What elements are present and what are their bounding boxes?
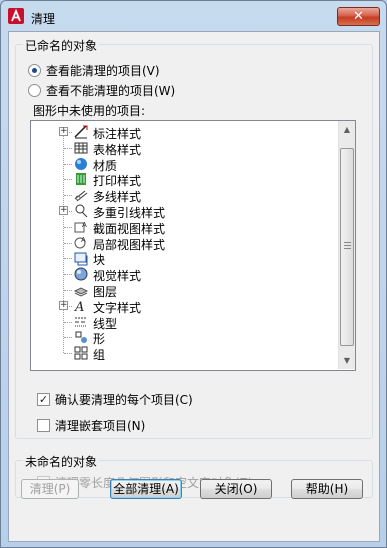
- tree-branch-line: [64, 337, 72, 339]
- block-icon: [74, 252, 88, 266]
- window-title: 清理: [31, 12, 56, 26]
- confirm-checkbox-label: 确认要清理的每个项目(C): [55, 393, 193, 407]
- material-icon: [75, 157, 87, 170]
- tree-item[interactable]: + A 文字样式: [31, 298, 331, 315]
- close-window-button[interactable]: ✕: [337, 7, 380, 26]
- tree-item[interactable]: + 标注样式: [31, 124, 331, 141]
- expand-plus-icon[interactable]: +: [59, 127, 68, 136]
- visualstyle-icon: [74, 267, 88, 281]
- tree-branch-line: [64, 242, 72, 244]
- scroll-up-icon[interactable]: ▲: [339, 121, 355, 138]
- plotstyle-icon: [76, 173, 86, 186]
- svg-text:A: A: [74, 300, 84, 314]
- tree-item-label: 组: [93, 348, 106, 363]
- svg-text:A: A: [82, 221, 87, 229]
- purge-nested-checkbox[interactable]: 清理嵌套项目(N): [37, 417, 145, 434]
- tree-item[interactable]: 多线样式: [31, 187, 331, 204]
- tree-item[interactable]: A 截面视图样式: [31, 219, 331, 236]
- scroll-thumb[interactable]: [340, 148, 354, 346]
- confirm-checkbox-box[interactable]: ✓: [37, 393, 50, 406]
- tree-branch-line: [64, 353, 72, 355]
- textstyle-icon: A: [74, 300, 84, 314]
- tree-branch-line: [64, 163, 72, 165]
- tree-branch-line: [64, 195, 72, 197]
- radio-purgeable-circle[interactable]: [28, 64, 41, 77]
- tree-item[interactable]: 组: [31, 345, 331, 363]
- tree-branch-line: [64, 290, 72, 291]
- layer-icon: [73, 287, 89, 297]
- tree-item[interactable]: 块: [31, 250, 331, 267]
- unused-items-tree[interactable]: + 标注样式 表格样式 材质 打印样式 多线样式 + 多重引线样式 A 截面视图样式 A 局部视图样式…: [30, 120, 356, 371]
- tree-branch-line: [64, 258, 72, 260]
- purge-button[interactable]: 清理(P): [21, 479, 79, 499]
- expand-plus-icon[interactable]: +: [59, 206, 68, 215]
- radio-nonpurgeable-circle[interactable]: [28, 84, 41, 97]
- unnamed-objects-label: 未命名的对象: [23, 453, 100, 470]
- purge-all-button[interactable]: 全部清理(A): [110, 479, 182, 499]
- close-button[interactable]: 关闭(O): [200, 479, 272, 499]
- expand-plus-icon[interactable]: +: [59, 300, 68, 310]
- radio-nonpurgeable-label: 查看不能清理的项目(W): [46, 84, 176, 98]
- tree-item[interactable]: 形: [31, 329, 331, 346]
- autocad-app-icon: [8, 8, 24, 24]
- tree-branch-line: [64, 226, 72, 228]
- tree-item[interactable]: 材质: [31, 156, 331, 173]
- tree-branch-line: [64, 179, 72, 181]
- tree-branch-line: [64, 274, 72, 276]
- tree-item[interactable]: 图层: [31, 282, 331, 299]
- shape-icon: [75, 331, 87, 344]
- mlinestyle-icon: [74, 190, 88, 202]
- dimstyle-icon: [74, 125, 88, 139]
- tree-item[interactable]: 视觉样式: [31, 266, 331, 283]
- tablestyle-icon: [74, 142, 88, 154]
- named-objects-label: 已命名的对象: [23, 37, 100, 54]
- linetype-icon: [75, 317, 87, 327]
- tree-item[interactable]: 表格样式: [31, 140, 331, 157]
- mleaderstyle-icon: [75, 204, 88, 218]
- sectionview-icon: A: [74, 221, 87, 233]
- title-bar[interactable]: 清理 ✕: [1, 1, 386, 31]
- tree-item[interactable]: A 局部视图样式: [31, 235, 331, 252]
- detailview-icon: A: [74, 236, 86, 249]
- radio-purgeable-label: 查看能清理的项目(V): [46, 64, 160, 78]
- dialog-client-area: 已命名的对象 查看能清理的项目(V) 查看不能清理的项目(W) 图形中未使用的项…: [8, 31, 380, 542]
- scroll-down-icon[interactable]: ▼: [339, 352, 355, 369]
- help-button[interactable]: 帮助(H): [291, 479, 363, 499]
- tree-caption: 图形中未使用的项目:: [33, 104, 146, 118]
- radio-view-purgeable[interactable]: 查看能清理的项目(V): [28, 62, 160, 79]
- radio-view-nonpurgeable[interactable]: 查看不能清理的项目(W): [28, 82, 175, 99]
- tree-item[interactable]: + 多重引线样式: [31, 203, 331, 220]
- purge-all-label: 全部清理(A): [113, 482, 179, 496]
- purge-dialog: 清理 ✕ 已命名的对象 查看能清理的项目(V) 查看不能清理的项目(W) 图形中…: [0, 0, 387, 548]
- tree-scrollbar[interactable]: ▲ ▼: [338, 121, 355, 369]
- group-icon: [74, 346, 88, 360]
- tree-branch-line: [64, 321, 72, 323]
- svg-text:A: A: [81, 236, 86, 244]
- tree-item[interactable]: 线型: [31, 314, 331, 331]
- tree-item[interactable]: 打印样式: [31, 171, 331, 188]
- nested-checkbox-label: 清理嵌套项目(N): [55, 419, 146, 433]
- nested-checkbox-box[interactable]: [37, 419, 50, 432]
- tree-branch-line: [64, 147, 72, 149]
- scroll-grip-icon: [344, 242, 351, 249]
- confirm-each-item-checkbox[interactable]: ✓ 确认要清理的每个项目(C): [37, 391, 193, 408]
